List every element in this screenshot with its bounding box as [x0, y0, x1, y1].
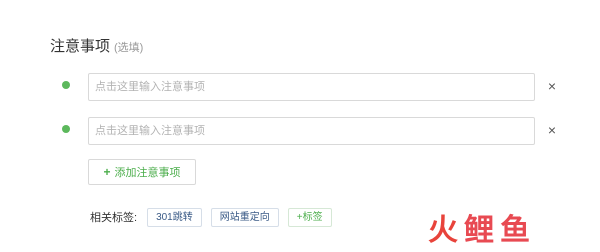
related-tags-row: 相关标签: 301跳转 网站重定向 +标签 — [90, 207, 341, 227]
watermark-char: 鱼 — [500, 213, 530, 248]
bullet-dot-icon — [62, 81, 70, 89]
optional-hint: (选填) — [114, 42, 144, 54]
add-note-button[interactable]: + 添加注意事项 — [88, 159, 196, 185]
watermark-char: 鲤 — [464, 213, 494, 248]
add-note-label: 添加注意事项 — [114, 167, 181, 179]
plus-icon: + — [103, 165, 111, 179]
note-input[interactable] — [88, 73, 535, 101]
watermark-char: 火 — [428, 213, 458, 248]
note-row: × — [60, 117, 570, 147]
bullet-dot-icon — [62, 125, 70, 133]
remove-note-icon[interactable]: × — [544, 122, 560, 138]
remove-note-icon[interactable]: × — [544, 78, 560, 94]
section-title: 注意事项 (选填) — [50, 35, 143, 56]
note-row: × — [60, 73, 570, 103]
watermark-logo: 火 鲤 鱼 — [428, 212, 578, 250]
tag-site-redirect[interactable]: 网站重定向 — [210, 207, 279, 227]
add-tag-button[interactable]: +标签 — [287, 207, 332, 227]
section-title-text: 注意事项 — [50, 38, 111, 55]
note-input[interactable] — [88, 117, 535, 145]
tags-label: 相关标签: — [90, 212, 138, 224]
tag-301-redirect[interactable]: 301跳转 — [147, 207, 202, 227]
